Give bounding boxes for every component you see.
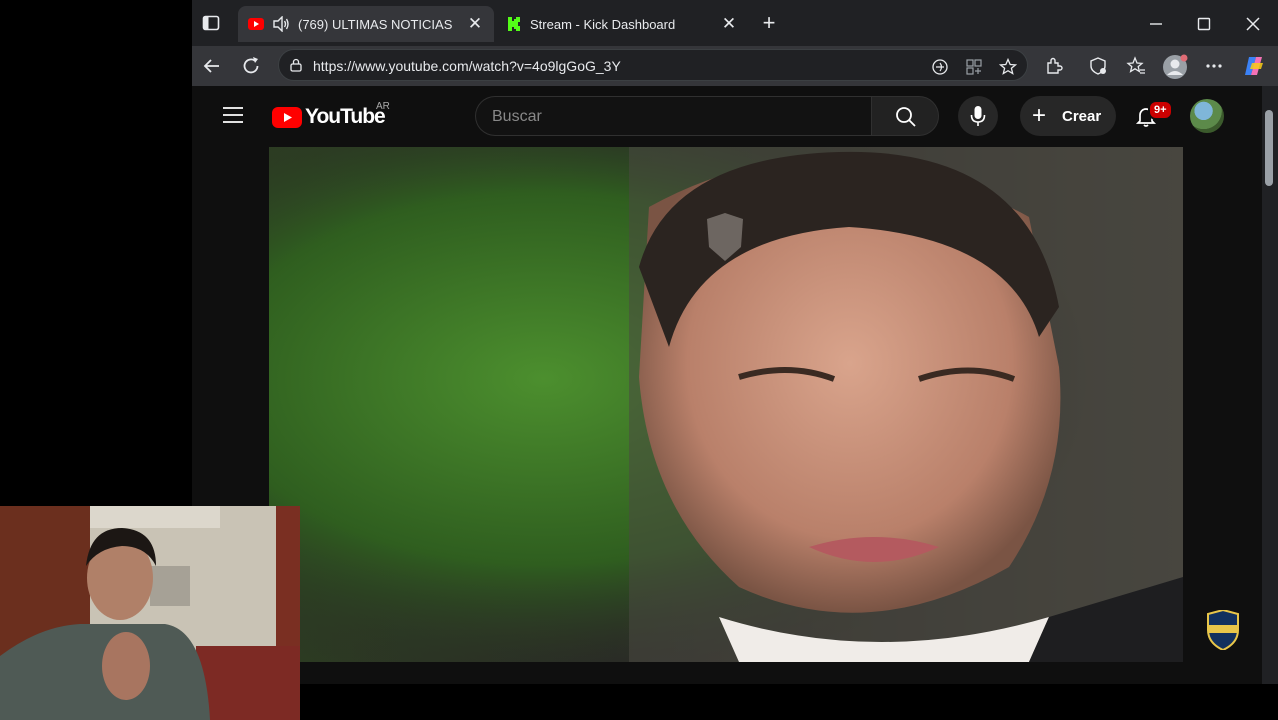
tab-title-text: ULTIMAS NOTICIAS — [331, 16, 453, 32]
tab-actions-icon[interactable] — [202, 14, 220, 32]
lock-icon[interactable] — [289, 58, 303, 72]
create-button[interactable]: + Crear — [1020, 96, 1116, 136]
youtube-page: YouTube AR Buscar + Crear 9+ — [192, 86, 1262, 684]
country-code: AR — [376, 101, 390, 112]
tab-bar: (769) ULTIMAS NOTICIAS ✕ Stream - Kick D… — [192, 0, 1278, 46]
search-button[interactable] — [871, 96, 939, 136]
new-tab-button[interactable]: + — [758, 12, 780, 34]
tab-close-button[interactable]: ✕ — [464, 13, 486, 35]
address-toolbar: https://www.youtube.com/watch?v=4o9lgGoG… — [192, 46, 1278, 86]
voice-search-button[interactable] — [958, 96, 998, 136]
tab-kick[interactable]: Stream - Kick Dashboard ✕ — [496, 6, 748, 42]
reload-icon[interactable] — [239, 54, 263, 78]
webcam-feed — [0, 506, 300, 720]
minimize-icon[interactable] — [1144, 12, 1168, 36]
copilot-icon[interactable] — [1242, 54, 1266, 78]
kick-favicon — [508, 17, 520, 31]
tab-notification-count: (769) — [298, 16, 329, 32]
maximize-icon[interactable] — [1192, 12, 1216, 36]
youtube-favicon — [248, 18, 264, 30]
search-icon — [896, 107, 916, 127]
tab-title: Stream - Kick Dashboard — [530, 16, 676, 32]
app-available-icon[interactable] — [965, 58, 983, 76]
browser-essentials-icon[interactable] — [1088, 56, 1108, 76]
back-icon[interactable] — [200, 54, 224, 78]
notification-badge: 9+ — [1148, 100, 1173, 120]
browser-window: (769) ULTIMAS NOTICIAS ✕ Stream - Kick D… — [192, 0, 1278, 720]
extensions-icon[interactable] — [1044, 56, 1064, 76]
address-bar[interactable]: https://www.youtube.com/watch?v=4o9lgGoG… — [278, 49, 1028, 81]
channel-watermark-icon[interactable] — [1206, 610, 1240, 650]
profile-icon[interactable] — [1162, 54, 1188, 80]
more-icon[interactable] — [1204, 56, 1224, 76]
scrollbar-thumb[interactable] — [1265, 110, 1273, 186]
favorites-icon[interactable] — [1126, 56, 1146, 76]
bottom-bar — [192, 684, 1278, 720]
youtube-header: YouTube AR Buscar + Crear 9+ — [192, 86, 1262, 146]
tab-title: (769) ULTIMAS NOTICIAS — [298, 17, 464, 32]
menu-icon[interactable] — [222, 106, 244, 124]
speaker-icon[interactable] — [272, 16, 290, 32]
avatar[interactable] — [1190, 99, 1224, 133]
tab-close-button[interactable]: ✕ — [718, 13, 740, 35]
search-placeholder: Buscar — [492, 108, 542, 125]
translate-icon[interactable] — [931, 58, 949, 76]
search-input[interactable]: Buscar — [475, 96, 871, 136]
youtube-logo-text: YouTube — [305, 105, 386, 128]
close-window-icon[interactable] — [1241, 12, 1265, 36]
youtube-logo[interactable]: YouTube AR — [272, 101, 392, 131]
youtube-logo-icon — [272, 107, 302, 128]
star-icon[interactable] — [999, 58, 1017, 76]
tab-youtube[interactable]: (769) ULTIMAS NOTICIAS ✕ — [238, 6, 494, 42]
video-player[interactable] — [269, 147, 1183, 662]
mic-icon — [970, 106, 986, 126]
url-text[interactable]: https://www.youtube.com/watch?v=4o9lgGoG… — [313, 58, 621, 74]
plus-icon: + — [1032, 102, 1047, 129]
video-frame — [269, 147, 1183, 662]
create-label: Crear — [1062, 107, 1102, 125]
webcam-overlay — [0, 506, 300, 720]
